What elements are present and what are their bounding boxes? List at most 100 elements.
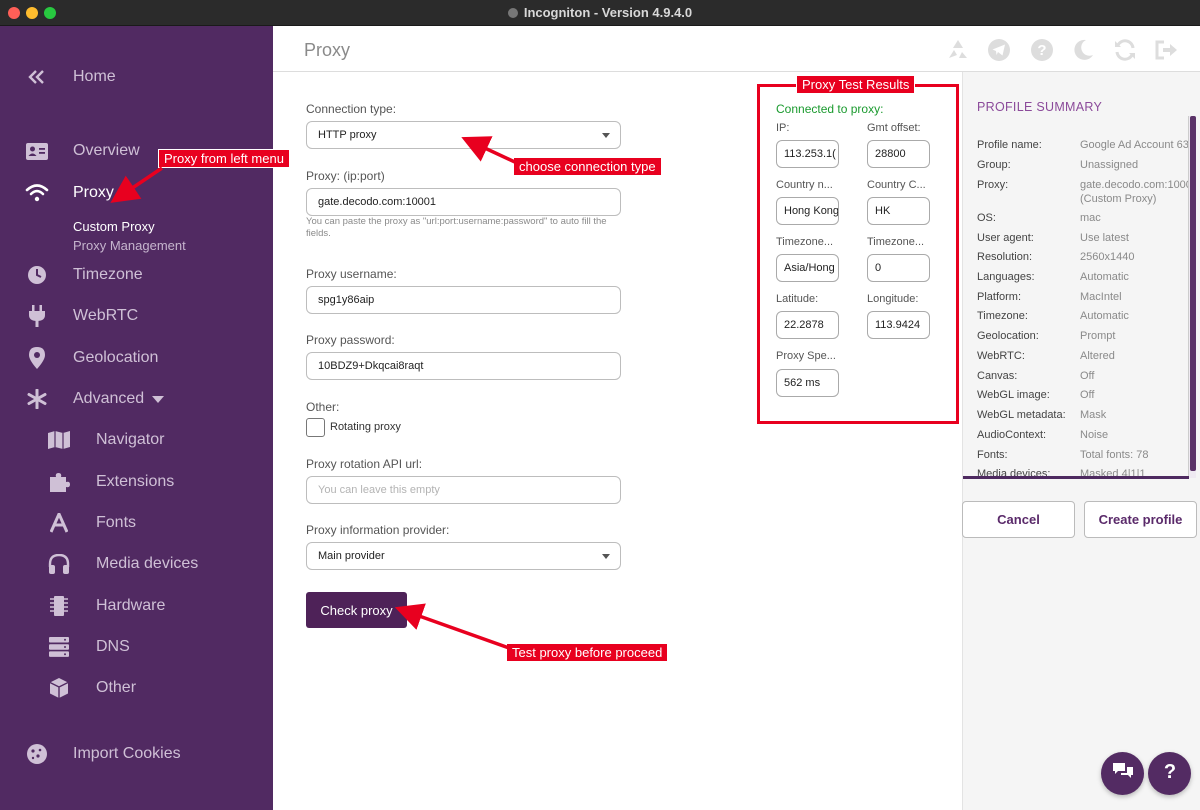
cube-icon	[47, 676, 71, 700]
ip-label: IP:	[776, 122, 790, 134]
sidebar-item-navigator[interactable]: Navigator	[0, 424, 273, 456]
gmt-offset-field[interactable]: 28800	[867, 140, 930, 168]
sidebar-item-home[interactable]: Home	[0, 61, 273, 93]
telegram-icon[interactable]	[987, 38, 1011, 62]
sidebar-item-other[interactable]: Other	[0, 672, 273, 704]
longitude-field[interactable]: 113.9424	[867, 311, 930, 339]
summary-value: mac	[1080, 212, 1101, 224]
sidebar-item-label: Navigator	[96, 431, 165, 448]
country-code-value: HK	[875, 205, 891, 217]
summary-value: 2560x1440	[1080, 251, 1135, 263]
annotation-left-menu: Proxy from left menu	[158, 149, 290, 168]
plug-icon	[25, 304, 49, 328]
sidebar-item-label: DNS	[96, 638, 130, 655]
sidebar-item-geolocation[interactable]: Geolocation	[0, 342, 273, 374]
server-icon	[47, 635, 71, 659]
summary-scrollbar[interactable]	[1188, 116, 1196, 478]
sidebar-item-extensions[interactable]: Extensions	[0, 466, 273, 498]
window-titlebar: Incogniton - Version 4.9.4.0	[0, 0, 1200, 26]
help-button[interactable]: ?	[1148, 752, 1191, 795]
summary-value: Prompt	[1080, 330, 1116, 342]
proxy-speed-field[interactable]: 562 ms	[776, 369, 839, 397]
memory-chip-icon	[47, 594, 71, 618]
summary-key: Languages:	[977, 271, 1035, 283]
ip-value: 113.253.1(	[784, 148, 836, 160]
latitude-value: 22.2878	[784, 319, 824, 331]
summary-value: Off	[1080, 370, 1095, 382]
country-name-field[interactable]: Hong Kong	[776, 197, 839, 225]
map-pin-icon	[25, 346, 49, 370]
rotation-url-label: Proxy rotation API url:	[306, 457, 423, 471]
sidebar-item-hardware[interactable]: Hardware	[0, 590, 273, 622]
test-results-title: Proxy Test Results	[796, 75, 916, 94]
timezone-offset-label: Timezone...	[867, 236, 925, 248]
summary-value: Noise	[1080, 429, 1109, 441]
sidebar-subitem-custom-proxy[interactable]: Custom Proxy	[73, 219, 155, 234]
timezone-field[interactable]: Asia/Hong	[776, 254, 839, 282]
sidebar-item-proxy[interactable]: Proxy	[0, 177, 273, 209]
puzzle-icon	[47, 470, 71, 494]
refresh-icon[interactable]	[1113, 38, 1137, 62]
sidebar-item-dns[interactable]: DNS	[0, 631, 273, 663]
username-input-value: spg1y86aip	[318, 294, 375, 306]
summary-key: Geolocation:	[977, 330, 1039, 342]
password-input[interactable]: 10BDZ9+Dkqcai8raqt	[306, 352, 621, 380]
summary-value: Mask	[1080, 409, 1107, 421]
timezone-offset-field[interactable]: 0	[867, 254, 930, 282]
timezone-value: Asia/Hong	[784, 262, 835, 274]
provider-select[interactable]: Main provider	[306, 542, 621, 570]
sidebar-item-label: Proxy	[73, 184, 114, 201]
caret-down-icon	[602, 133, 610, 138]
moon-icon[interactable]	[1071, 38, 1095, 62]
question-icon: ?	[1160, 760, 1180, 787]
sidebar-item-webrtc[interactable]: WebRTC	[0, 300, 273, 332]
country-code-field[interactable]: HK	[867, 197, 930, 225]
recycle-icon[interactable]	[946, 38, 970, 62]
username-input[interactable]: spg1y86aip	[306, 286, 621, 314]
svg-text:?: ?	[1037, 42, 1046, 59]
password-input-value: 10BDZ9+Dkqcai8raqt	[318, 360, 424, 372]
summary-value-secondary: (Custom Proxy)	[1080, 193, 1157, 205]
asterisk-icon	[25, 387, 49, 411]
sidebar-item-label: Home	[73, 68, 116, 85]
sidebar-item-timezone[interactable]: Timezone	[0, 259, 273, 291]
sidebar-item-import-cookies[interactable]: Import Cookies	[0, 738, 273, 770]
check-proxy-button[interactable]: Check proxy	[306, 592, 407, 628]
window-title-text: Incogniton - Version 4.9.4.0	[523, 5, 693, 20]
font-icon	[47, 511, 71, 535]
rotating-proxy-checkbox[interactable]	[306, 418, 325, 437]
ip-field[interactable]: 113.253.1(	[776, 140, 839, 168]
chat-icon	[1112, 762, 1134, 785]
sidebar-item-label: Hardware	[96, 597, 166, 614]
latitude-field[interactable]: 22.2878	[776, 311, 839, 339]
page-header: Proxy ?	[273, 26, 1200, 72]
rotation-url-placeholder: You can leave this empty	[318, 484, 440, 496]
connection-type-value: HTTP proxy	[318, 129, 377, 141]
cancel-button[interactable]: Cancel	[962, 501, 1075, 538]
summary-key: WebGL image:	[977, 389, 1050, 401]
summary-scrollbar-thumb[interactable]	[1190, 116, 1196, 471]
summary-value: Use latest	[1080, 232, 1129, 244]
summary-value: Unassigned	[1080, 159, 1139, 171]
sidebar-item-fonts[interactable]: Fonts	[0, 507, 273, 539]
sidebar-item-media-devices[interactable]: Media devices	[0, 548, 273, 580]
password-label: Proxy password:	[306, 333, 395, 347]
proxy-input[interactable]: gate.decodo.com:10001	[306, 188, 621, 216]
sidebar-item-label: Import Cookies	[73, 745, 181, 762]
help-icon[interactable]: ?	[1030, 38, 1054, 62]
rotation-url-input[interactable]: You can leave this empty	[306, 476, 621, 504]
longitude-label: Longitude:	[867, 293, 919, 305]
sidebar-subitem-proxy-management[interactable]: Proxy Management	[73, 238, 186, 253]
connection-type-label: Connection type:	[306, 102, 397, 116]
create-profile-button[interactable]: Create profile	[1084, 501, 1197, 538]
timezone-label: Timezone...	[776, 236, 834, 248]
connection-type-select[interactable]: HTTP proxy	[306, 121, 621, 149]
gmt-offset-value: 28800	[875, 148, 906, 160]
logout-icon[interactable]	[1154, 38, 1178, 62]
summary-key: AudioContext:	[977, 429, 1047, 441]
chat-button[interactable]	[1101, 752, 1144, 795]
annotation-connection-type: choose connection type	[513, 157, 662, 176]
proxy-speed-value: 562 ms	[784, 377, 821, 389]
clock-icon	[25, 263, 49, 287]
sidebar-item-advanced[interactable]: Advanced	[0, 383, 273, 415]
